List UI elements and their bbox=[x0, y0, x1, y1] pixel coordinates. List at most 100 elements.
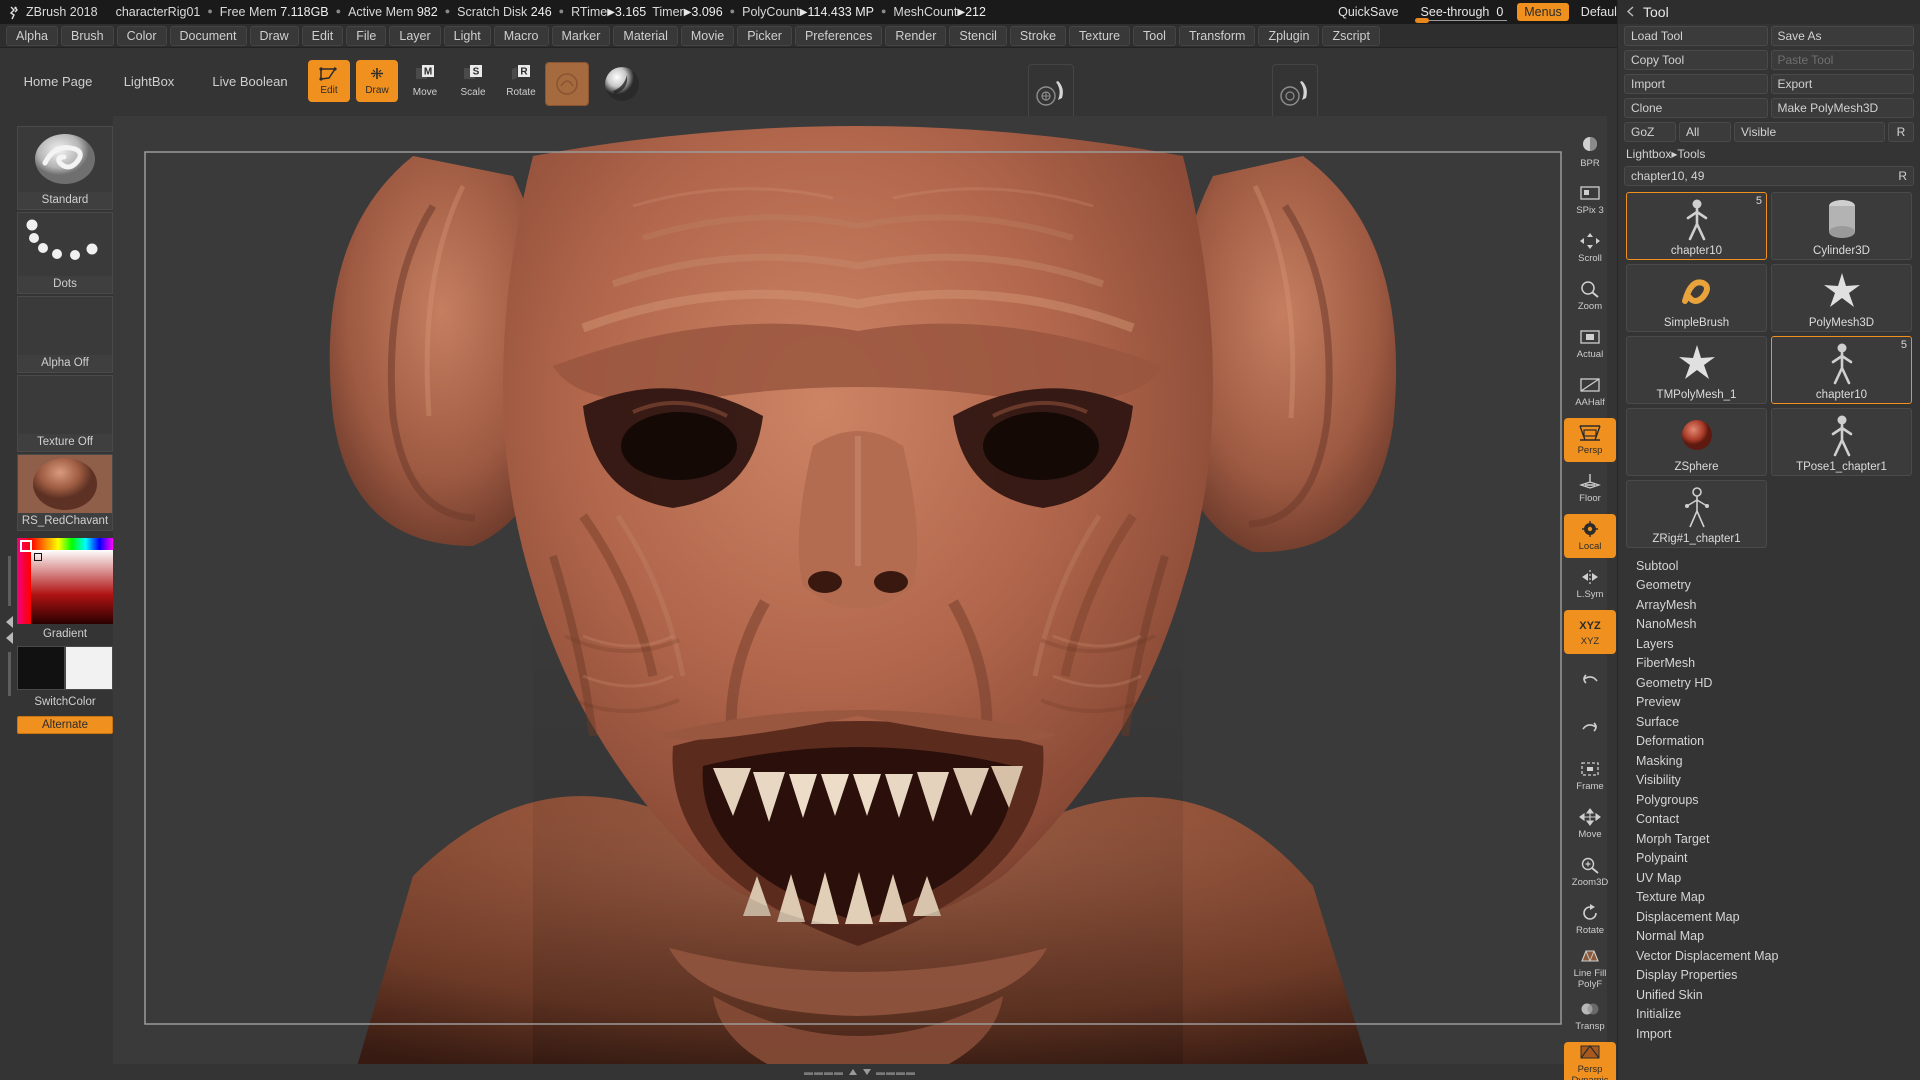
current-texture-swatch[interactable]: Texture Off bbox=[17, 375, 113, 452]
rotate-mode-button[interactable]: R Rotate bbox=[500, 60, 542, 102]
dynamic-draw-size-icon[interactable] bbox=[1272, 64, 1318, 122]
menu-item-stencil[interactable]: Stencil bbox=[949, 25, 1007, 46]
tool-section-surface[interactable]: Surface bbox=[1618, 712, 1920, 732]
tool-section-initialize[interactable]: Initialize bbox=[1618, 1005, 1920, 1025]
see-through-knob[interactable] bbox=[1414, 18, 1429, 23]
menu-item-zscript[interactable]: Zscript bbox=[1322, 25, 1380, 46]
goz-r-button[interactable]: R bbox=[1888, 122, 1914, 142]
tool-section-polypaint[interactable]: Polypaint bbox=[1618, 849, 1920, 869]
tool-section-masking[interactable]: Masking bbox=[1618, 751, 1920, 771]
tool-section-contact[interactable]: Contact bbox=[1618, 810, 1920, 830]
tool-section-layers[interactable]: Layers bbox=[1618, 634, 1920, 654]
tool-panel-collapse-icon[interactable] bbox=[1626, 4, 1635, 20]
viewport-canvas[interactable] bbox=[113, 116, 1607, 1080]
paste-tool-button[interactable]: Paste Tool bbox=[1770, 50, 1914, 70]
brush-curve-icon[interactable] bbox=[1028, 64, 1074, 122]
alternate-button[interactable]: Alternate bbox=[17, 716, 113, 734]
secondary-color-swatch[interactable] bbox=[65, 646, 113, 690]
live-boolean-button[interactable]: Live Boolean bbox=[198, 60, 302, 102]
tool-thumb-simplebrush[interactable]: SimpleBrush bbox=[1626, 264, 1767, 332]
load-tool-button[interactable]: Load Tool bbox=[1624, 26, 1768, 46]
tool-section-morph-target[interactable]: Morph Target bbox=[1618, 829, 1920, 849]
make-polymesh3d-button[interactable]: Make PolyMesh3D bbox=[1770, 98, 1914, 118]
see-through-slider[interactable]: See-through 0 bbox=[1411, 0, 1514, 24]
tool-section-geometry-hd[interactable]: Geometry HD bbox=[1618, 673, 1920, 693]
current-brush-swatch[interactable]: Standard bbox=[17, 126, 113, 210]
shelf-button-transp[interactable]: Transp bbox=[1564, 994, 1616, 1038]
tool-section-displacement-map[interactable]: Displacement Map bbox=[1618, 907, 1920, 927]
save-as-button[interactable]: Save As bbox=[1770, 26, 1914, 46]
tool-section-uv-map[interactable]: UV Map bbox=[1618, 868, 1920, 888]
menu-item-file[interactable]: File bbox=[346, 25, 387, 46]
menu-item-stroke[interactable]: Stroke bbox=[1009, 25, 1067, 46]
nav-down-arrow-icon[interactable] bbox=[862, 1063, 872, 1080]
tool-thumb-polymesh3d[interactable]: PolyMesh3D bbox=[1771, 264, 1912, 332]
clone-button[interactable]: Clone bbox=[1624, 98, 1768, 118]
switch-color-label[interactable]: SwitchColor bbox=[17, 696, 113, 708]
menu-item-transform[interactable]: Transform bbox=[1178, 25, 1256, 46]
color-picker[interactable] bbox=[17, 538, 113, 624]
shelf-button-l-sym[interactable]: L.Sym bbox=[1564, 562, 1616, 606]
edit-mode-button[interactable]: Edit bbox=[308, 60, 350, 102]
tool-section-subtool[interactable]: Subtool bbox=[1618, 556, 1920, 576]
tool-section-fibermesh[interactable]: FiberMesh bbox=[1618, 654, 1920, 674]
menus-toggle-button[interactable]: Menus bbox=[1517, 3, 1569, 21]
tool-section-preview[interactable]: Preview bbox=[1618, 693, 1920, 713]
menu-item-render[interactable]: Render bbox=[885, 25, 947, 46]
import-button[interactable]: Import bbox=[1624, 74, 1768, 94]
menu-item-texture[interactable]: Texture bbox=[1069, 25, 1131, 46]
menu-item-layer[interactable]: Layer bbox=[389, 25, 441, 46]
shelf-button-xyz[interactable]: XYZ XYZ bbox=[1564, 610, 1616, 654]
menu-item-marker[interactable]: Marker bbox=[551, 25, 611, 46]
menu-item-light[interactable]: Light bbox=[443, 25, 491, 46]
shelf-button-actual[interactable]: Actual bbox=[1564, 322, 1616, 366]
tool-section-texture-map[interactable]: Texture Map bbox=[1618, 888, 1920, 908]
menu-item-zplugin[interactable]: Zplugin bbox=[1258, 25, 1320, 46]
shelf-button-frame[interactable]: Frame bbox=[1564, 754, 1616, 798]
tool-section-vector-displacement-map[interactable]: Vector Displacement Map bbox=[1618, 946, 1920, 966]
shelf-button-polyf[interactable]: Line Fill PolyF bbox=[1564, 946, 1616, 990]
shelf-button-move[interactable]: Move bbox=[1564, 802, 1616, 846]
shelf-button-zoom[interactable]: Zoom bbox=[1564, 274, 1616, 318]
tool-search-field[interactable]: chapter10, 49 R bbox=[1624, 166, 1914, 186]
shelf-button-dynamic[interactable]: Persp Dynamic bbox=[1564, 1042, 1616, 1080]
goz-all-button[interactable]: All bbox=[1679, 122, 1731, 142]
tool-section-nanomesh[interactable]: NanoMesh bbox=[1618, 615, 1920, 635]
tool-thumb-chapter10[interactable]: 5 chapter10 bbox=[1771, 336, 1912, 404]
menu-item-alpha[interactable]: Alpha bbox=[6, 25, 58, 46]
shelf-button-rotate[interactable]: Rotate bbox=[1564, 898, 1616, 942]
menu-item-edit[interactable]: Edit bbox=[301, 25, 344, 46]
lightbox-button[interactable]: LightBox bbox=[107, 60, 191, 102]
tool-search-r-button[interactable]: R bbox=[1898, 169, 1913, 183]
current-brush-thumbnail[interactable] bbox=[545, 62, 589, 106]
shelf-button-aahalf[interactable]: AAHalf bbox=[1564, 370, 1616, 414]
tool-thumb-cylinder3d[interactable]: Cylinder3D bbox=[1771, 192, 1912, 260]
menu-item-material[interactable]: Material bbox=[613, 25, 678, 46]
tool-section-visibility[interactable]: Visibility bbox=[1618, 771, 1920, 791]
tool-section-geometry[interactable]: Geometry bbox=[1618, 576, 1920, 596]
move-mode-button[interactable]: M Move bbox=[404, 60, 446, 102]
tool-thumb-zsphere[interactable]: ZSphere bbox=[1626, 408, 1767, 476]
shelf-button-spix[interactable]: SPix 3 bbox=[1564, 178, 1616, 222]
tool-thumb-zrig-1-chapter1[interactable]: ZRig#1_chapter1 bbox=[1626, 480, 1767, 548]
tool-section-deformation[interactable]: Deformation bbox=[1618, 732, 1920, 752]
primary-color-swatch[interactable] bbox=[17, 646, 65, 690]
tool-section-normal-map[interactable]: Normal Map bbox=[1618, 927, 1920, 947]
menu-item-color[interactable]: Color bbox=[116, 25, 167, 46]
tool-thumb-tpose1-chapter1[interactable]: TPose1_chapter1 bbox=[1771, 408, 1912, 476]
goz-visible-button[interactable]: Visible bbox=[1734, 122, 1885, 142]
goz-button[interactable]: GoZ bbox=[1624, 122, 1676, 142]
tool-section-polygroups[interactable]: Polygroups bbox=[1618, 790, 1920, 810]
menu-item-brush[interactable]: Brush bbox=[60, 25, 114, 46]
menu-item-movie[interactable]: Movie bbox=[680, 25, 735, 46]
shelf-button-undo-icon[interactable] bbox=[1564, 658, 1616, 702]
tool-thumb-chapter10[interactable]: 5 chapter10 bbox=[1626, 192, 1767, 260]
current-stroke-swatch[interactable]: Dots bbox=[17, 212, 113, 294]
quicksave-button[interactable]: QuickSave bbox=[1326, 5, 1410, 19]
palette-scroll-arrows[interactable] bbox=[4, 556, 14, 701]
tool-section-unified-skin[interactable]: Unified Skin bbox=[1618, 985, 1920, 1005]
home-page-button[interactable]: Home Page bbox=[16, 60, 100, 102]
tool-section-display-properties[interactable]: Display Properties bbox=[1618, 966, 1920, 986]
menu-item-preferences[interactable]: Preferences bbox=[794, 25, 883, 46]
gradient-label[interactable]: Gradient bbox=[17, 628, 113, 640]
